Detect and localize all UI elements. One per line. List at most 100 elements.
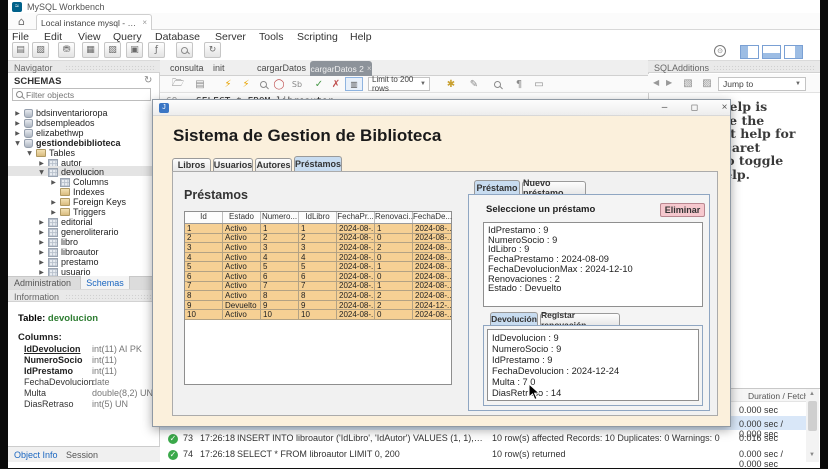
tree-item-table-selected[interactable]: ▼devolucion (38, 167, 104, 177)
minimize-button[interactable]: – (658, 102, 671, 114)
tree-item-triggers[interactable]: ▶Triggers (50, 207, 106, 217)
schema-filter-box[interactable] (12, 88, 151, 101)
tab-registar-renovacion[interactable]: Registar renovación (540, 313, 620, 325)
tab-devolucion-selected[interactable]: Devolución (490, 312, 538, 325)
devolucion-info-line[interactable]: FechaDevolucion : 2024-12-24 (492, 366, 694, 377)
toggle-bottom-panel-button[interactable] (762, 45, 781, 59)
jump-to-dropdown[interactable]: Jump to ▼ (718, 77, 806, 91)
menu-tools[interactable]: Tools (259, 31, 284, 44)
tree-item-schema-active[interactable]: ▼gestiondebiblioteca (14, 138, 121, 148)
devolucion-info-list[interactable]: IdDevolucion : 9 NumeroSocio : 9 IdPrest… (487, 329, 699, 401)
collapse-icon[interactable]: ▼ (26, 150, 33, 157)
beautify-icon[interactable]: ✎ (466, 77, 482, 92)
create-function-icon[interactable]: ƒ (148, 42, 165, 58)
tab-libros[interactable]: Libros (172, 158, 211, 171)
expand-icon[interactable]: ▶ (50, 199, 57, 206)
toggle-right-panel-button[interactable] (784, 45, 803, 59)
context-help-icon[interactable]: ▧ (680, 76, 696, 91)
tab-autores[interactable]: Autores (255, 158, 292, 171)
editor-tab-active[interactable]: cargarDatos 2 × (310, 61, 372, 76)
devolucion-info-line[interactable]: Multa : 7.0 (492, 377, 694, 388)
editor-tab[interactable]: cargarDatos (257, 61, 306, 75)
tab-session[interactable]: Session (66, 450, 98, 460)
tab-usuarios[interactable]: Usuarios (213, 158, 253, 171)
forward-icon[interactable]: ▶ (666, 78, 672, 87)
close-button[interactable]: × (718, 102, 731, 114)
maximize-button[interactable]: ◻ (688, 102, 701, 114)
editor-tab[interactable]: init (213, 61, 225, 75)
back-icon[interactable]: ◀ (653, 78, 659, 87)
reconnect-dbms-icon[interactable]: ↻ (204, 42, 221, 58)
expand-icon[interactable]: ▶ (38, 259, 45, 266)
expand-icon[interactable]: ▶ (14, 120, 21, 127)
table-row[interactable]: 7Activo772024-08-...12024-08-... (185, 282, 451, 292)
eliminar-button[interactable]: Eliminar (660, 203, 705, 217)
scroll-up-icon[interactable]: ▲ (809, 391, 815, 397)
expand-icon[interactable]: ▶ (38, 219, 45, 226)
col-header[interactable]: Renovaci... (375, 212, 413, 223)
editor-tab[interactable]: consulta (170, 61, 204, 75)
table-row[interactable]: 3Activo332024-08-...22024-08-... (185, 243, 451, 253)
tab-schemas[interactable]: Schemas (80, 276, 130, 289)
help-circle-icon[interactable]: ⊙ (714, 45, 726, 57)
stop-icon[interactable]: ◯ (271, 77, 287, 92)
expand-icon[interactable]: ▶ (38, 269, 45, 276)
execute-current-icon[interactable]: ⚡ (238, 77, 254, 92)
tab-administration[interactable]: Administration (14, 278, 71, 288)
auto-help-icon[interactable]: ▨ (699, 76, 715, 91)
tree-item-table[interactable]: ▶libro (38, 237, 78, 247)
execute-icon[interactable]: ⚡ (220, 77, 236, 92)
tree-item-schema[interactable]: ▶bdsempleados (14, 118, 95, 128)
filter-objects-input[interactable] (26, 90, 136, 100)
invisible-chars-icon[interactable]: ¶ (511, 77, 527, 92)
limit-rows-dropdown[interactable]: Limit to 200 rows ▼ (368, 77, 430, 91)
create-procedure-icon[interactable]: ▣ (126, 42, 143, 58)
tree-item-table[interactable]: ▶libroautor (38, 247, 99, 257)
create-view-icon[interactable]: ▧ (104, 42, 121, 58)
explain-icon[interactable] (255, 77, 271, 92)
collapse-icon[interactable]: ▼ (14, 140, 21, 147)
find-icon[interactable] (489, 77, 505, 92)
duration-fetch-header[interactable]: Duration / Fetch (748, 391, 808, 401)
table-row[interactable]: 2Activo222024-08-...02024-08-... (185, 234, 451, 244)
scrollbar[interactable]: ▲ ▼ (806, 389, 819, 462)
tab-nuevo-prestamo[interactable]: Nuevo préstamo (522, 181, 586, 194)
table-row[interactable]: 10Activo10102024-08-...02024-08-... (185, 310, 451, 320)
col-header[interactable]: Estado (223, 212, 261, 223)
close-icon[interactable]: × (367, 64, 372, 73)
loan-info-list[interactable]: IdPrestamo : 9 NumeroSocio : 9 IdLibro :… (483, 222, 703, 307)
commit-icon[interactable]: ✓ (311, 77, 327, 92)
table-row[interactable]: 4Activo442024-08-...02024-08-... (185, 253, 451, 263)
menu-scripting[interactable]: Scripting (297, 31, 338, 44)
home-icon[interactable]: ⌂ (18, 15, 25, 28)
snippet-icon[interactable]: ✱ (443, 77, 459, 92)
table-row[interactable]: 6Activo662024-08-...02024-08-... (185, 272, 451, 282)
scroll-down-icon[interactable]: ▼ (809, 452, 815, 458)
expand-icon[interactable]: ▶ (50, 179, 57, 186)
expand-icon[interactable]: ▶ (50, 209, 57, 216)
toggle-left-panel-button[interactable] (740, 45, 759, 59)
tab-prestamo-detail-selected[interactable]: Préstamo (474, 180, 520, 194)
expand-icon[interactable]: ▶ (38, 239, 45, 246)
devolucion-info-line[interactable]: DiasRetraso : 14 (492, 388, 694, 399)
devolucion-info-line[interactable]: IdPrestamo : 9 (492, 355, 694, 366)
collapse-icon[interactable]: ▼ (38, 169, 45, 176)
devolucion-info-line[interactable]: NumeroSocio : 9 (492, 344, 694, 355)
search-table-data-icon[interactable] (176, 42, 193, 58)
prestamos-table[interactable]: Id Estado Numero... IdLibro FechaPr... R… (184, 211, 452, 385)
close-icon[interactable]: × (142, 18, 147, 27)
tree-item-table[interactable]: ▶prestamo (38, 257, 99, 267)
wrap-text-icon[interactable]: ▭ (531, 77, 547, 92)
save-icon[interactable]: ▤ (192, 77, 208, 92)
expand-icon[interactable]: ▶ (14, 110, 21, 117)
connection-tab[interactable]: Local instance mysql - Warnin... × (36, 14, 152, 30)
rollback-icon[interactable]: ✗ (328, 77, 344, 92)
tree-item-foreign-keys[interactable]: ▶Foreign Keys (50, 197, 126, 207)
table-row[interactable]: 5Activo552024-08-...12024-08-... (185, 262, 451, 272)
table-row[interactable]: 8Activo882024-08-...22024-08-... (185, 291, 451, 301)
open-script-icon[interactable]: ▨ (32, 42, 49, 58)
table-row[interactable]: 1Activo112024-08-...12024-08-... (185, 224, 451, 234)
table-row[interactable]: 9Devuelto992024-08-...22024-12-... (185, 301, 451, 311)
menu-help[interactable]: Help (350, 31, 372, 44)
col-header[interactable]: FechaPr... (337, 212, 375, 223)
